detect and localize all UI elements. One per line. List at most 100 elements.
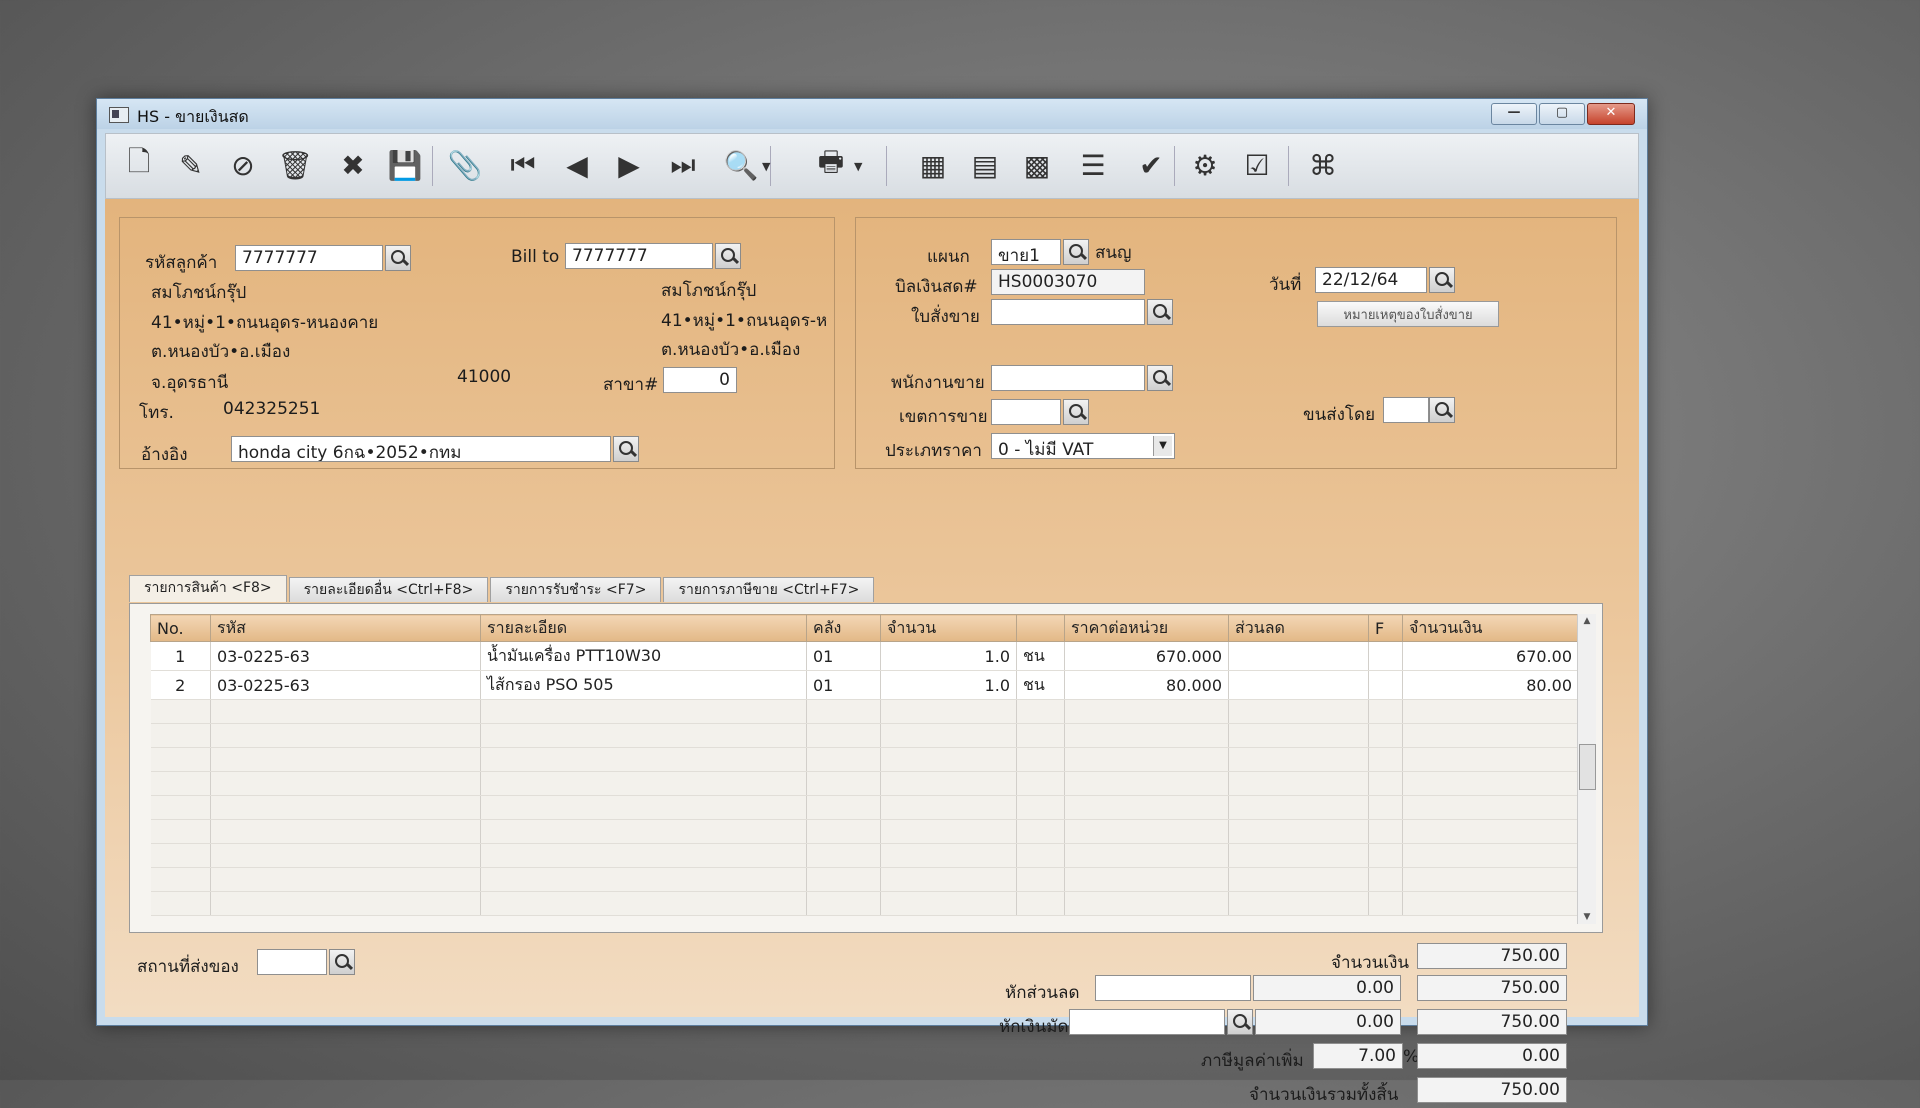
tab-4[interactable]: รายการภาษีขาย <Ctrl+F7>	[663, 577, 875, 602]
tab-2[interactable]: รายละเอียดอื่น <Ctrl+F8>	[288, 577, 489, 602]
table-cell[interactable]: 03-0225-63	[210, 641, 481, 671]
previous-record-icon[interactable]: ◀	[556, 144, 598, 186]
tools-icon[interactable]: ⚙	[1184, 144, 1226, 186]
trash-icon[interactable]: 🗑	[274, 144, 316, 186]
sales-order-search-icon[interactable]	[1147, 299, 1173, 325]
sales-area-input[interactable]	[991, 399, 1061, 425]
grid-scrollbar[interactable]: ▲ ▼	[1577, 614, 1596, 924]
deposit-input[interactable]	[1069, 1009, 1225, 1035]
empty-row[interactable]	[150, 867, 1579, 892]
sales-order-input[interactable]	[991, 299, 1145, 325]
ledger-icon[interactable]: ☰	[1072, 144, 1114, 186]
table-row[interactable]: 1 03-0225-63 น้ำมันเครื่อง PTT10W30 01 1.0 ชน…	[150, 641, 1579, 671]
network-icon[interactable]: ⌘	[1302, 144, 1344, 186]
delivery-place-input[interactable]	[257, 949, 327, 975]
table-row[interactable]: 2 03-0225-63 ไส้กรอง PSO 505 01 1.0 ชน 80.000 8…	[150, 670, 1579, 700]
approve-icon[interactable]: ✔	[1130, 144, 1172, 186]
shipping-input[interactable]	[1383, 397, 1429, 423]
table-cell[interactable]	[1368, 641, 1403, 671]
reference-search-icon[interactable]	[613, 436, 639, 462]
next-record-icon[interactable]: ▶	[608, 144, 650, 186]
empty-row[interactable]	[150, 795, 1579, 820]
empty-row[interactable]	[150, 819, 1579, 844]
table-cell[interactable]: 1.0	[880, 641, 1017, 671]
table-cell[interactable]: 670.00	[1402, 641, 1579, 671]
column-header[interactable]: จำนวน	[880, 614, 1017, 642]
sales-order-note-button[interactable]: หมายเหตุของใบสั่งขาย	[1317, 301, 1499, 327]
customer-search-icon[interactable]	[385, 245, 411, 271]
table-cell[interactable]: 670.000	[1064, 641, 1229, 671]
tab-3[interactable]: รายการรับชำระ <F7>	[490, 577, 662, 602]
table-cell[interactable]: ชน	[1016, 641, 1065, 671]
table-cell[interactable]: 1.0	[880, 670, 1017, 700]
department-search-icon[interactable]	[1063, 239, 1089, 265]
date-input[interactable]: 22/12/64	[1315, 267, 1427, 293]
date-picker-icon[interactable]	[1429, 267, 1455, 293]
find-dropdown-icon[interactable]: ▼	[762, 160, 770, 173]
scroll-down-icon[interactable]: ▼	[1578, 912, 1596, 922]
deposit-search-icon[interactable]	[1227, 1009, 1253, 1035]
sales-area-search-icon[interactable]	[1063, 399, 1089, 425]
save-icon[interactable]: 💾	[384, 144, 426, 186]
column-header[interactable]: รายละเอียด	[480, 614, 807, 642]
department-input[interactable]: ขาย1	[991, 239, 1061, 265]
maximize-button[interactable]: ▢	[1539, 103, 1585, 125]
table-cell[interactable]: 80.000	[1064, 670, 1229, 700]
reference-input[interactable]: honda city 6กฉ•2052•กทม	[231, 436, 611, 462]
last-record-icon[interactable]: ⏭	[662, 144, 704, 186]
new-document-icon[interactable]: 🗋	[118, 144, 160, 186]
discount-input[interactable]	[1095, 975, 1251, 1001]
column-header[interactable]: F	[1368, 614, 1403, 642]
table-cell[interactable]: 1	[150, 641, 211, 671]
column-header[interactable]: No.	[150, 614, 211, 642]
bill-to-input[interactable]: 7777777	[565, 243, 713, 269]
cancel-icon[interactable]: ✖	[332, 144, 374, 186]
price-type-select[interactable]: 0 - ไม่มี VAT ▼	[991, 433, 1175, 459]
column-header[interactable]: จำนวนเงิน	[1402, 614, 1579, 642]
table-cell[interactable]: 01	[806, 670, 881, 700]
chevron-down-icon[interactable]: ▼	[1153, 436, 1172, 456]
ok-icon[interactable]: ☑	[1236, 144, 1278, 186]
table-cell[interactable]	[1228, 670, 1369, 700]
cash-bill-input[interactable]: HS0003070	[991, 269, 1145, 295]
first-record-icon[interactable]: ⏮	[502, 144, 544, 186]
table-cell[interactable]	[1368, 670, 1403, 700]
table-cell[interactable]: ไส้กรอง PSO 505	[480, 670, 807, 700]
empty-row[interactable]	[150, 891, 1579, 916]
column-header[interactable]	[1016, 614, 1065, 642]
empty-row[interactable]	[150, 699, 1579, 724]
bill-to-search-icon[interactable]	[715, 243, 741, 269]
table-cell[interactable]: 01	[806, 641, 881, 671]
vat-rate-input[interactable]: 7.00	[1313, 1043, 1403, 1069]
table-cell[interactable]: ชน	[1016, 670, 1065, 700]
print-dropdown-icon[interactable]: ▼	[854, 160, 862, 173]
table-cell[interactable]: น้ำมันเครื่อง PTT10W30	[480, 641, 807, 671]
calculator-icon[interactable]: ▦	[912, 144, 954, 186]
spreadsheet-icon[interactable]: ▩	[1016, 144, 1058, 186]
branch-input[interactable]: 0	[663, 367, 737, 393]
table-cell[interactable]: 03-0225-63	[210, 670, 481, 700]
delivery-place-search-icon[interactable]	[329, 949, 355, 975]
table-cell[interactable]: 80.00	[1402, 670, 1579, 700]
empty-row[interactable]	[150, 747, 1579, 772]
attach-icon[interactable]: 📎	[444, 144, 486, 186]
column-header[interactable]: ส่วนลด	[1228, 614, 1369, 642]
close-button[interactable]: ✕	[1587, 103, 1635, 125]
salesman-search-icon[interactable]	[1147, 365, 1173, 391]
table-cell[interactable]: 2	[150, 670, 211, 700]
report-icon[interactable]: ▤	[964, 144, 1006, 186]
print-icon[interactable]: 🖶	[810, 144, 852, 186]
empty-row[interactable]	[150, 843, 1579, 868]
scroll-up-icon[interactable]: ▲	[1578, 616, 1596, 626]
salesman-input[interactable]	[991, 365, 1145, 391]
tab-1[interactable]: รายการสินค้า <F8>	[129, 575, 287, 602]
column-header[interactable]: ราคาต่อหน่วย	[1064, 614, 1229, 642]
void-icon[interactable]: ⊘	[222, 144, 264, 186]
table-cell[interactable]	[1228, 641, 1369, 671]
shipping-search-icon[interactable]	[1429, 397, 1455, 423]
title-bar[interactable]: HS - ขายเงินสด — ▢ ✕	[97, 99, 1647, 129]
empty-row[interactable]	[150, 723, 1579, 748]
column-header[interactable]: รหัส	[210, 614, 481, 642]
edit-icon[interactable]: ✎	[170, 144, 212, 186]
customer-code-input[interactable]: 7777777	[235, 245, 383, 271]
